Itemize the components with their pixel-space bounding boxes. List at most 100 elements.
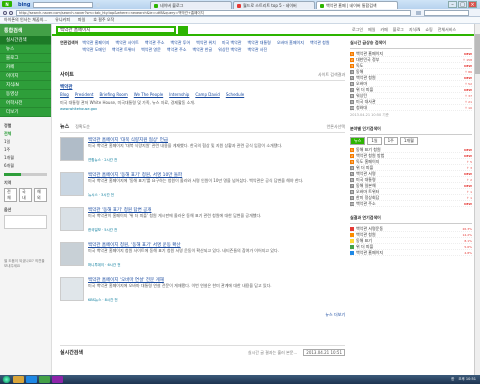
top-link[interactable]: 메일 xyxy=(368,27,375,33)
site-url[interactable]: www.whitehouse.gov xyxy=(60,107,345,111)
related-item[interactable]: 미국 백악관 xyxy=(222,40,242,46)
minimize-button[interactable]: – xyxy=(448,1,457,8)
related-item[interactable]: 백악관 홈페이지 xyxy=(82,40,109,46)
taskbar-folder-icon[interactable] xyxy=(13,376,24,383)
sidebar-item-cafe[interactable]: 카페 xyxy=(0,63,51,72)
news-thumbnail[interactable] xyxy=(60,277,84,301)
news-thumbnail[interactable] xyxy=(60,172,84,196)
top-link[interactable]: 전체서비스 xyxy=(438,27,456,33)
top-link[interactable]: 블로그 xyxy=(393,27,404,33)
browser-search-field[interactable] xyxy=(424,10,469,16)
refresh-icon[interactable] xyxy=(416,11,421,15)
naver-logo[interactable]: N xyxy=(2,1,12,7)
sidebar-item-kin[interactable]: 지식iN xyxy=(0,81,51,90)
site-link[interactable]: Internship xyxy=(169,92,189,97)
bookmark-item[interactable]: 호 필주 오작 xyxy=(93,17,114,23)
bookmark-item[interactable]: 유니커피 xyxy=(55,17,70,23)
bing-search-label[interactable]: bing xyxy=(18,2,30,8)
search-input[interactable]: 백악관 홈페이지 xyxy=(56,26,176,34)
sidebar-item-news[interactable]: 뉴스 xyxy=(0,45,51,54)
related-item[interactable]: 백악관 주소 xyxy=(145,40,165,46)
url-field[interactable]: http://search.naver.com/search.naver?sm=… xyxy=(16,10,411,16)
hot2-tab[interactable]: 뉴스 xyxy=(350,137,366,145)
site-link[interactable]: President xyxy=(75,92,94,97)
related-item[interactable]: 백악관 청원 xyxy=(310,40,330,46)
bing-search-input[interactable] xyxy=(33,1,94,8)
period-option[interactable]: 1개월 xyxy=(4,155,47,161)
period-option[interactable]: 6개월 xyxy=(4,163,47,169)
pie-pct: 5.6% xyxy=(464,244,472,249)
hot2-tab[interactable]: 1일 xyxy=(367,137,382,145)
news-sort[interactable]: 정확도순 xyxy=(75,124,90,130)
start-button-icon[interactable] xyxy=(2,376,11,383)
search-icon[interactable] xyxy=(96,2,101,7)
taskbar-app-icon[interactable] xyxy=(39,376,50,383)
hot2-tab[interactable]: 1개월 xyxy=(399,137,418,145)
sidebar-item-image[interactable]: 이미지 xyxy=(0,72,51,81)
news-thumbnail[interactable] xyxy=(60,207,84,231)
site-link[interactable]: Blog xyxy=(60,92,69,97)
rank-badge: 4 xyxy=(350,69,354,74)
site-more-link[interactable]: 사이트 검색결과 xyxy=(318,72,345,78)
news-thumbnail[interactable] xyxy=(60,137,84,161)
forward-icon[interactable] xyxy=(9,11,13,15)
related-item[interactable]: 백악관 주소 xyxy=(167,47,187,53)
sidebar-item-video[interactable]: 동영상 xyxy=(0,90,51,99)
related-item[interactable]: 백악관 사이트 xyxy=(115,40,138,46)
ime-indicator[interactable]: 한 xyxy=(451,377,454,382)
period-slider[interactable] xyxy=(4,173,47,176)
period-option[interactable]: 1일 xyxy=(4,139,47,145)
bookmark-item[interactable]: 파일 xyxy=(78,17,85,23)
related-item[interactable]: 백악관 대통령 xyxy=(247,40,270,46)
related-item[interactable]: 백악관 한글 xyxy=(192,47,212,53)
page-scrollbar[interactable] xyxy=(474,24,480,375)
sidebar-item-more[interactable]: 더보기 xyxy=(0,108,51,117)
sidebar-item-blog[interactable]: 블로그 xyxy=(0,54,51,63)
related-item[interactable]: 백악관 도메인 xyxy=(82,47,105,53)
sidebar-item-dictionary[interactable]: 어학사전 xyxy=(0,99,51,108)
site-link[interactable]: Briefing Room xyxy=(100,92,128,97)
related-item[interactable]: 백악관 사진 xyxy=(248,47,268,53)
related-item[interactable]: 백악관 투어 xyxy=(170,40,190,46)
bookmark-item[interactable]: 아이폰의 인사는 체꿈의... xyxy=(4,17,47,23)
news-thumbnail[interactable] xyxy=(60,242,84,266)
hot2-tag: ↑ 1 xyxy=(466,195,472,200)
taskbar-ie-icon[interactable] xyxy=(26,376,37,383)
pie-item[interactable]: 백악관 홈페이지 4.8% xyxy=(350,250,472,256)
options-box[interactable] xyxy=(4,215,47,229)
sidebar-item-realtime[interactable]: 실시간검색 xyxy=(0,36,51,45)
hot2-tab[interactable]: 1주 xyxy=(383,137,398,145)
site-link[interactable]: Camp David xyxy=(195,92,220,97)
site-link[interactable]: We The People xyxy=(134,92,163,97)
hot2-item[interactable]: 10 백악관 주소 NEW xyxy=(350,201,472,207)
hot-item[interactable]: 10 청와대 ↑ 10 xyxy=(350,105,472,111)
site-title[interactable]: 백악관 xyxy=(60,85,72,90)
close-button[interactable]: × xyxy=(468,1,477,8)
top-link[interactable]: 로그인 xyxy=(352,27,363,33)
related-item[interactable]: 백악관 트위터 xyxy=(112,47,135,53)
search-button[interactable] xyxy=(178,26,188,34)
related-item[interactable]: 백악관 영문 xyxy=(141,47,161,53)
top-link[interactable]: 카페 xyxy=(380,27,387,33)
region-option[interactable]: 전체 xyxy=(4,188,17,202)
region-option[interactable]: 국내 xyxy=(19,188,32,202)
taskbar-app-icon[interactable] xyxy=(52,376,63,383)
browser-tab[interactable]: 네이버 블로그 xyxy=(150,1,232,9)
press-select-link[interactable]: 언론사선택 xyxy=(327,124,345,130)
period-option[interactable]: 전체 xyxy=(4,131,47,137)
related-item[interactable]: 오바마 홈페이지 xyxy=(277,40,304,46)
period-option[interactable]: 1주 xyxy=(4,147,47,153)
related-item[interactable]: 백악관 위치 xyxy=(196,40,216,46)
site-link[interactable]: Schedule xyxy=(226,92,244,97)
maximize-button[interactable]: □ xyxy=(458,1,467,8)
browser-tab[interactable]: 월드로 스트리트 top 5 - 네이버 xyxy=(233,1,315,9)
clock[interactable]: 오후 10:51 xyxy=(458,377,476,382)
top-link[interactable]: 쇼핑 xyxy=(425,27,432,33)
back-icon[interactable] xyxy=(3,11,7,15)
top-link[interactable]: 지식iN xyxy=(409,27,420,33)
news-more-link[interactable]: 뉴스 더보기 xyxy=(60,312,345,318)
region-option[interactable]: 해외 xyxy=(34,188,47,202)
browser-tab-active[interactable]: 백악관 홈페 | 네이버 통합검색 xyxy=(316,1,398,9)
related-item[interactable]: 워싱턴 백악관 xyxy=(218,47,241,53)
feedback-note[interactable]: 별 도움이 되셨나요? 의견을 보내주세요 xyxy=(4,259,47,268)
